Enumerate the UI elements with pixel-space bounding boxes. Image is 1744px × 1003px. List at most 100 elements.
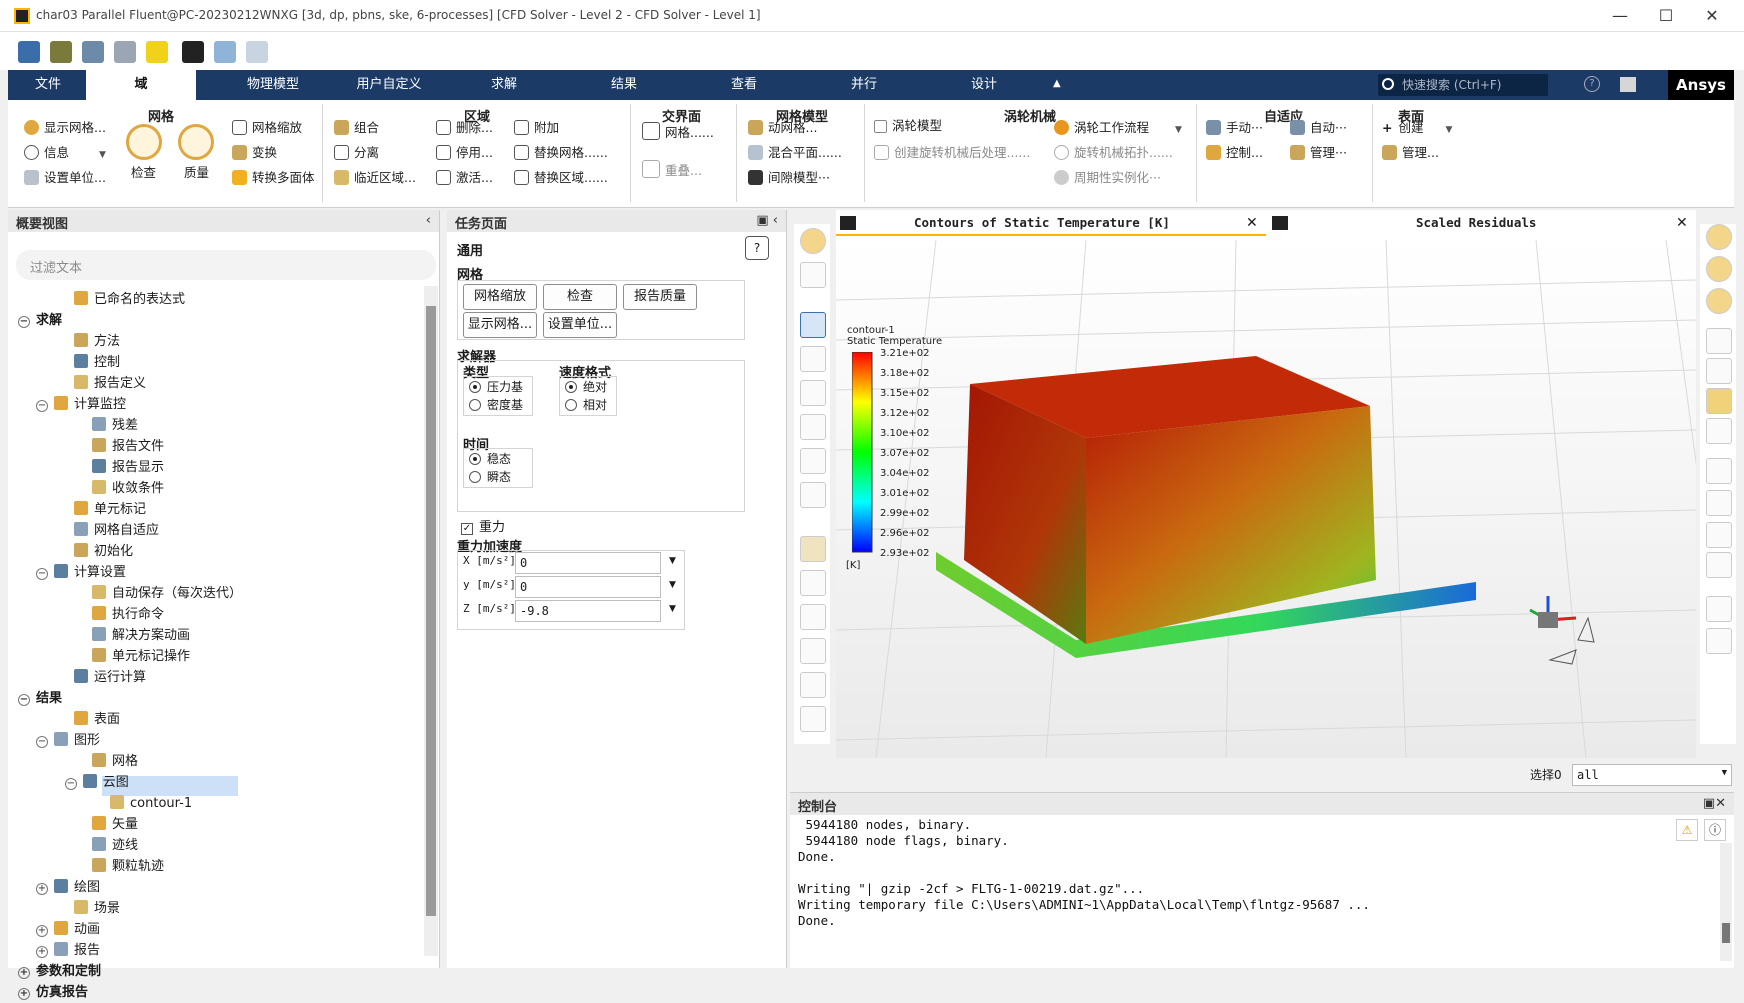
mixing-plane-button[interactable]: 混合平面...... [748, 142, 842, 161]
view-iso-icon[interactable] [1706, 288, 1732, 314]
filter-text-input[interactable]: 过滤文本 [16, 250, 436, 280]
tab-user-defined[interactable]: 用户自定义 [334, 70, 444, 100]
turbo-topology-button[interactable]: 旋转机械拓扑...... [1054, 142, 1173, 161]
tree-item[interactable]: + 动画 [18, 919, 418, 940]
density-based-radio[interactable]: 密度基 [469, 396, 523, 413]
convert-polyhedra-button[interactable]: 转换多面体 [232, 167, 315, 186]
collapse-icon[interactable]: − [18, 316, 30, 328]
write-data-icon[interactable] [114, 41, 136, 63]
zoom-box-icon[interactable] [800, 414, 826, 440]
tab-design[interactable]: 设计 [934, 70, 1034, 100]
highlight-icon[interactable] [800, 536, 826, 562]
view-side-icon[interactable] [1706, 256, 1732, 282]
tree-item[interactable]: − 计算设置 [18, 562, 418, 583]
tree-item[interactable]: 自动保存（每次迭代） [18, 583, 418, 604]
absolute-radio[interactable]: 绝对 [565, 378, 607, 395]
write-case-icon[interactable] [82, 41, 104, 63]
auto-adapt-button[interactable]: 自动··· [1290, 117, 1347, 136]
expand-icon[interactable]: + [18, 988, 30, 1000]
workbench-icon[interactable] [182, 41, 204, 63]
create-turbo-post-button[interactable]: 创建旋转机械后处理...... [874, 142, 1030, 161]
tree-item[interactable]: 颗粒轨迹 [18, 856, 418, 877]
lock-icon[interactable] [800, 706, 826, 732]
tree-item[interactable]: 执行命令 [18, 604, 418, 625]
dynamic-mesh-button[interactable]: 动网格... [748, 117, 817, 136]
tab-domain[interactable]: 域 [86, 70, 196, 100]
gravity-checkbox[interactable]: ✓ 重力 [461, 516, 505, 535]
expand-icon[interactable]: + [18, 967, 30, 979]
collapse-icon[interactable]: − [36, 736, 48, 748]
zoom-icon[interactable] [800, 448, 826, 474]
activate-button[interactable]: 激活... [436, 167, 493, 186]
tree-item[interactable]: + 报告 [18, 940, 418, 961]
tree-item[interactable]: 方法 [18, 331, 418, 352]
axes-icon[interactable] [800, 672, 826, 698]
camera-icon[interactable] [1706, 628, 1732, 654]
view-front-icon[interactable] [1706, 224, 1732, 250]
check-button[interactable]: 检查 [543, 284, 617, 310]
read-case-icon[interactable] [18, 41, 40, 63]
collapse-panel-icon[interactable]: ‹ [426, 213, 431, 228]
transient-radio[interactable]: 瞬态 [469, 468, 511, 485]
adjacency-button[interactable]: 临近区域... [334, 167, 416, 186]
pointer-icon[interactable] [800, 312, 826, 338]
tree-item[interactable]: 迹线 [18, 835, 418, 856]
tab-solution[interactable]: 求解 [454, 70, 554, 100]
tree-item[interactable]: contour-1 [18, 793, 418, 814]
zoom-fit-icon[interactable] [800, 604, 826, 630]
mesh-scale-button[interactable]: 网格缩放 [463, 284, 537, 310]
info-icon[interactable]: ⓘ [1704, 819, 1726, 841]
tree-item[interactable]: 场景 [18, 898, 418, 919]
separate-button[interactable]: 分离 [334, 142, 379, 161]
tree-item[interactable]: − 求解 [18, 310, 418, 331]
quality-button[interactable] [178, 124, 214, 160]
collapse-icon[interactable]: − [36, 400, 48, 412]
tab-file[interactable]: 文件 [8, 70, 88, 100]
tree-item[interactable]: + 仿真报告 [18, 982, 418, 1003]
relative-radio[interactable]: 相对 [565, 396, 607, 413]
tree-item[interactable]: 网格 [18, 751, 418, 772]
report-quality-button[interactable]: 报告质量 [623, 284, 697, 310]
expand-icon[interactable]: + [36, 946, 48, 958]
turbo-model-checkbox[interactable]: 涡轮模型 [874, 115, 942, 134]
gravity-y-input[interactable]: 0 [515, 576, 661, 598]
replace-mesh-button[interactable]: 替换网格...... [514, 142, 608, 161]
outline-scrollbar[interactable] [424, 286, 438, 956]
quick-search-input[interactable]: 快速搜索 (Ctrl+F) [1378, 74, 1548, 96]
info-button[interactable]: 信息 ▼ [24, 142, 106, 161]
tree-item[interactable]: 控制 [18, 352, 418, 373]
rotate-icon[interactable] [800, 346, 826, 372]
set-units-button[interactable]: 设置单位... [24, 167, 106, 186]
collapse-panel-icon[interactable]: ▣ ‹ [756, 213, 778, 228]
check-button[interactable] [126, 124, 162, 160]
copy-view-icon[interactable] [800, 262, 826, 288]
tree-item[interactable]: 已命名的表达式 [18, 289, 418, 310]
transfer-icon[interactable] [214, 41, 236, 63]
zoom-out-icon[interactable] [800, 638, 826, 664]
delete-zone-button[interactable]: 删除... [436, 117, 493, 136]
append-button[interactable]: 附加 [514, 117, 559, 136]
mesh-scale-button[interactable]: 网格缩放 [232, 117, 302, 136]
adapt-controls-button[interactable]: 控制... [1206, 142, 1263, 161]
help-icon[interactable]: ? [745, 236, 769, 260]
console-scrollbar[interactable] [1720, 843, 1732, 961]
eye-hide-icon[interactable] [1706, 358, 1732, 384]
overset-button[interactable]: 重叠... [642, 160, 702, 179]
tree-item[interactable]: − 图形 [18, 730, 418, 751]
warning-icon[interactable]: ⚠ [1676, 819, 1698, 841]
display-mesh-button[interactable]: 显示网格... [463, 312, 537, 338]
undo-icon[interactable] [1706, 418, 1732, 444]
tab-parallel[interactable]: 并行 [814, 70, 914, 100]
3d-viewport[interactable]: contour-1 Static Temperature 3.21e+02 3.1… [835, 239, 1737, 759]
manual-adapt-button[interactable]: 手动··· [1206, 117, 1263, 136]
lightning-icon[interactable] [146, 41, 168, 63]
tab-results[interactable]: 结果 [574, 70, 674, 100]
tree-item[interactable]: 单元标记 [18, 499, 418, 520]
replace-zone-button[interactable]: 替换区域...... [514, 167, 608, 186]
copy-icon[interactable] [1706, 388, 1732, 414]
quality-label[interactable]: 质量 [184, 162, 209, 181]
close-panel-icon[interactable]: ▣✕ [1703, 796, 1726, 811]
pressure-based-radio[interactable]: 压力基 [469, 378, 523, 395]
table-icon[interactable] [1706, 552, 1732, 578]
read-data-icon[interactable] [50, 41, 72, 63]
